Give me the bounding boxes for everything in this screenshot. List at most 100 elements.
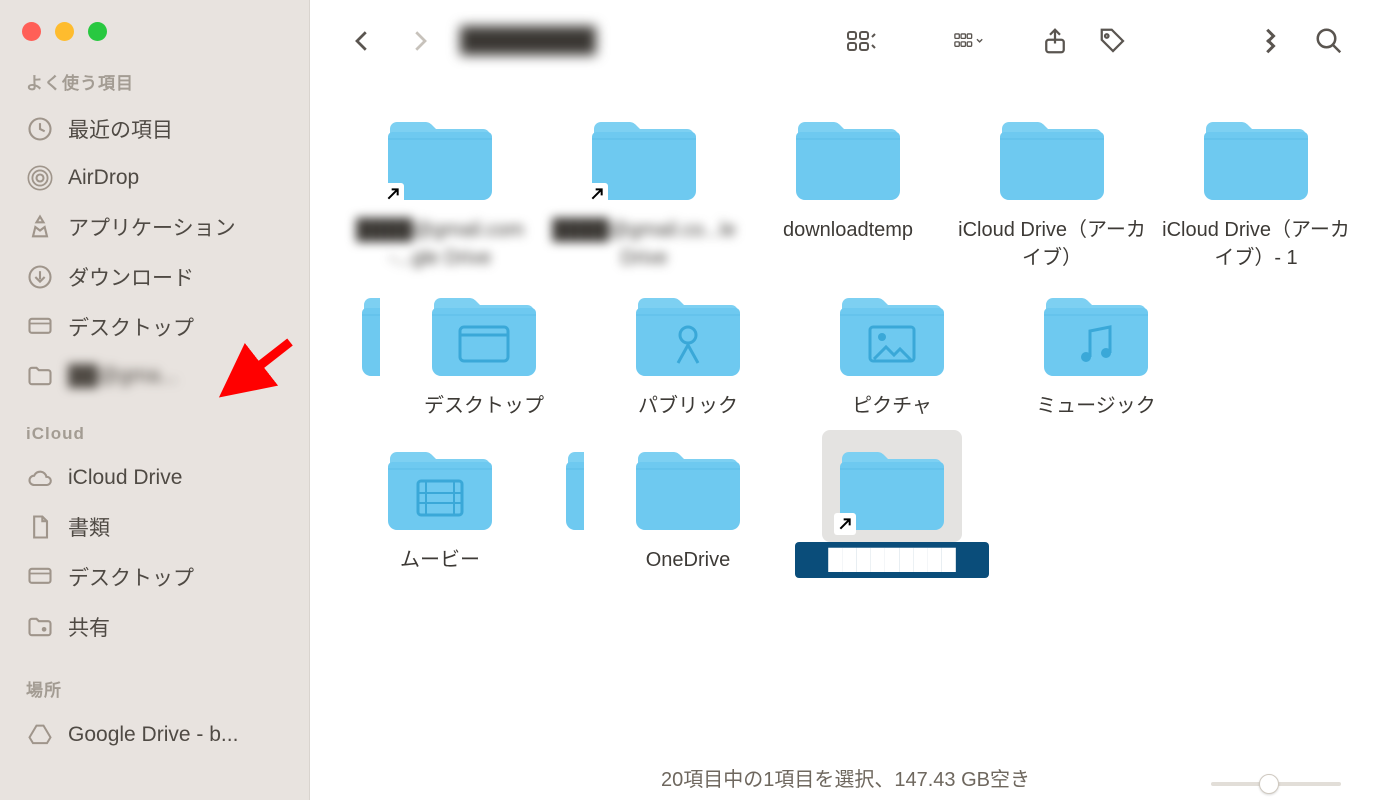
shortcut-badge-icon [586, 183, 608, 205]
folder-item[interactable]: OneDrive [588, 430, 788, 578]
sidebar-item-label: AirDrop [68, 166, 139, 190]
folder-icon [1186, 100, 1326, 212]
folder-item[interactable]: ミュージック [996, 276, 1196, 424]
toolbar: ████████ [310, 0, 1381, 82]
folder-name: ████@gmail.com -...gle Drive [343, 212, 537, 270]
sidebar-item-fav[interactable]: ダウンロード [0, 252, 309, 302]
folder-name: downloadtemp [751, 212, 945, 248]
sidebar-item-label: Google Drive - b... [68, 723, 238, 747]
sidebar-item-label: デスクトップ [68, 562, 194, 592]
folder-name: iCloud Drive（アーカイブ） [955, 212, 1149, 270]
folder-item[interactable]: ████@gmail.co...le Drive [544, 100, 744, 270]
sidebar-item-icloud[interactable]: 書類 [0, 502, 309, 552]
sidebar: よく使う項目 最近の項目 AirDrop アプリケーション ダウンロード デスク… [0, 0, 310, 800]
tags-button[interactable] [1089, 17, 1137, 65]
view-icons-button[interactable] [837, 17, 885, 65]
sidebar-item-label: iCloud Drive [68, 466, 182, 490]
sidebar-section-locations: 場所 [0, 670, 309, 711]
sidebar-item-label: 最近の項目 [68, 114, 173, 144]
sidebar-section-icloud: iCloud [0, 418, 309, 454]
close-button[interactable] [22, 22, 41, 41]
sidebar-item-fav[interactable]: 最近の項目 [0, 104, 309, 154]
folder-name: OneDrive [591, 542, 785, 578]
search-button[interactable] [1305, 17, 1353, 65]
back-button[interactable] [338, 17, 386, 65]
window-title: ████████ [460, 27, 596, 55]
share-button[interactable] [1031, 17, 1079, 65]
sidebar-item-icloud[interactable]: iCloud Drive [0, 454, 309, 502]
folder-name: ████@gmail.co...le Drive [547, 212, 741, 270]
folder-icon [982, 100, 1122, 212]
sidebar-item-label: 書類 [68, 512, 110, 542]
finder-window: よく使う項目 最近の項目 AirDrop アプリケーション ダウンロード デスク… [0, 0, 1381, 800]
folder-item[interactable]: iCloud Drive（アーカイブ） [952, 100, 1152, 270]
maximize-button[interactable] [88, 22, 107, 41]
folder-name: █████████ [795, 542, 989, 578]
sidebar-item-fav[interactable]: アプリケーション [0, 202, 309, 252]
folder-item[interactable]: █████████ [792, 430, 992, 578]
sidebar-item-icloud[interactable]: デスクトップ [0, 552, 309, 602]
forward-button[interactable] [396, 17, 444, 65]
shortcut-badge-icon [382, 183, 404, 205]
folder-item[interactable]: パブリック [588, 276, 788, 424]
folder-icon [344, 276, 380, 388]
folder-icon [370, 100, 510, 212]
minimize-button[interactable] [55, 22, 74, 41]
folder-icon [618, 276, 758, 388]
folder-name: パブリック [591, 388, 785, 424]
folder-item[interactable]: ████@gmail.com -...gle Drive [340, 100, 540, 270]
folder-name: デスクトップ [387, 388, 581, 424]
folder-item[interactable]: iCl [340, 276, 380, 424]
folder-icon [778, 100, 918, 212]
group-button[interactable] [945, 17, 993, 65]
folder-icon [548, 430, 584, 542]
folder-icon [574, 100, 714, 212]
sidebar-item-loc[interactable]: Google Drive - b... [0, 711, 309, 759]
clock-icon [26, 115, 54, 143]
folder-item[interactable]: iCloud Drive（アーカイブ）- 1 [1156, 100, 1356, 270]
desktop-icon [26, 313, 54, 341]
icon-size-slider[interactable] [1211, 782, 1341, 786]
folder-name: ミュージック [999, 388, 1193, 424]
folder-name: iCloud Drive（アーカイブ）- 1 [1159, 212, 1353, 270]
window-controls [0, 12, 309, 63]
folder-name: ピクチャ [795, 388, 989, 424]
sidebar-section-favorites: よく使う項目 [0, 63, 309, 104]
cloud-icon [26, 464, 54, 492]
folder-icon [414, 276, 554, 388]
folder-name [548, 542, 584, 550]
folder-icon [822, 430, 962, 542]
airdrop-icon [26, 164, 54, 192]
slider-knob[interactable] [1259, 774, 1279, 794]
shortcut-badge-icon [834, 513, 856, 535]
folder-item[interactable]: downloadtemp [748, 100, 948, 270]
folder-name: ムービー [343, 542, 537, 578]
folder-item[interactable]: ムービー [340, 430, 540, 578]
folder-item[interactable]: デスクトップ [384, 276, 584, 424]
download-icon [26, 263, 54, 291]
overflow-button[interactable] [1247, 17, 1295, 65]
main-panel: ████████ ████@gmail.com -...gle Drive [310, 0, 1381, 800]
sidebar-item-label: ██@gma... [68, 364, 177, 388]
folder-icon [618, 430, 758, 542]
apps-icon [26, 213, 54, 241]
folder-icon [1026, 276, 1166, 388]
sidebar-item-icloud[interactable]: 共有 [0, 602, 309, 652]
folder-icon [822, 276, 962, 388]
doc-icon [26, 513, 54, 541]
sidebar-item-fav[interactable]: AirDrop [0, 154, 309, 202]
folder-item[interactable] [544, 430, 584, 578]
sidebar-item-fav[interactable]: ██@gma... [0, 352, 309, 400]
sidebar-item-label: 共有 [68, 612, 110, 642]
sidebar-item-label: アプリケーション [68, 212, 236, 242]
status-bar: 20項目中の1項目を選択、147.43 GB空き [310, 763, 1381, 792]
sidebar-item-label: デスクトップ [68, 312, 194, 342]
shared-icon [26, 613, 54, 641]
sidebar-item-fav[interactable]: デスクトップ [0, 302, 309, 352]
desktop-icon [26, 563, 54, 591]
folder-icon [370, 430, 510, 542]
file-grid: ████@gmail.com -...gle Drive ████@gmail.… [310, 82, 1381, 800]
gdrive-icon [26, 721, 54, 749]
folder-item[interactable]: ピクチャ [792, 276, 992, 424]
sidebar-item-label: ダウンロード [68, 262, 194, 292]
